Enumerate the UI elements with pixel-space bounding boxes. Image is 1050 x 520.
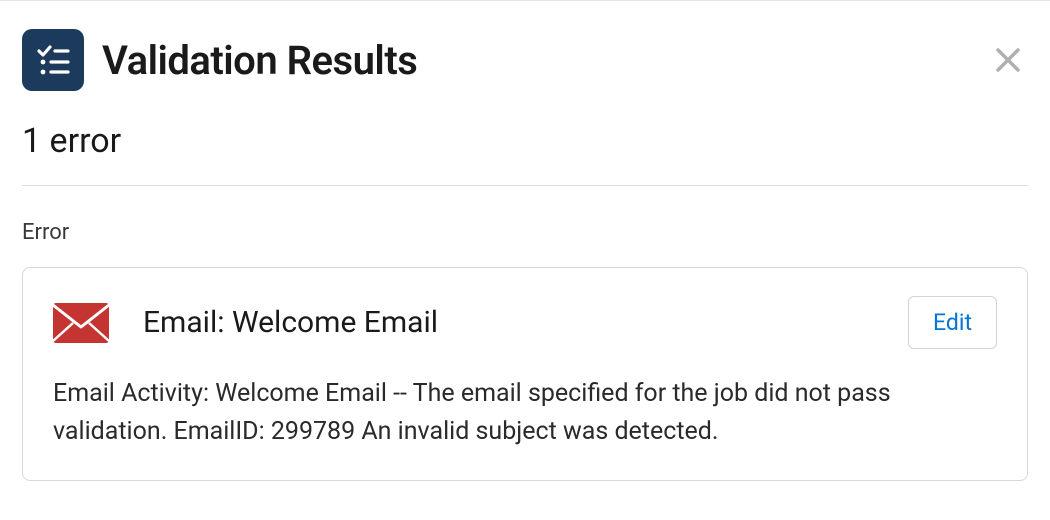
error-card-left: Email: Welcome Email: [53, 303, 438, 343]
error-message: Email Activity: Welcome Email -- The ema…: [53, 375, 997, 450]
error-count: 1 error: [22, 121, 1028, 161]
section-label: Error: [22, 220, 1028, 245]
header-left: Validation Results: [22, 29, 417, 91]
validation-list-icon: [22, 29, 84, 91]
header-row: Validation Results: [22, 29, 1028, 91]
edit-button[interactable]: Edit: [908, 296, 997, 349]
validation-results-panel: Validation Results 1 error Error: [0, 0, 1050, 503]
page-title: Validation Results: [102, 37, 417, 84]
close-button[interactable]: [988, 40, 1028, 80]
error-card-header: Email: Welcome Email Edit: [53, 296, 997, 349]
divider: [22, 185, 1028, 186]
close-icon: [993, 45, 1023, 75]
error-card-title: Email: Welcome Email: [143, 305, 438, 340]
error-card: Email: Welcome Email Edit Email Activity…: [22, 267, 1028, 481]
email-icon: [53, 303, 109, 343]
